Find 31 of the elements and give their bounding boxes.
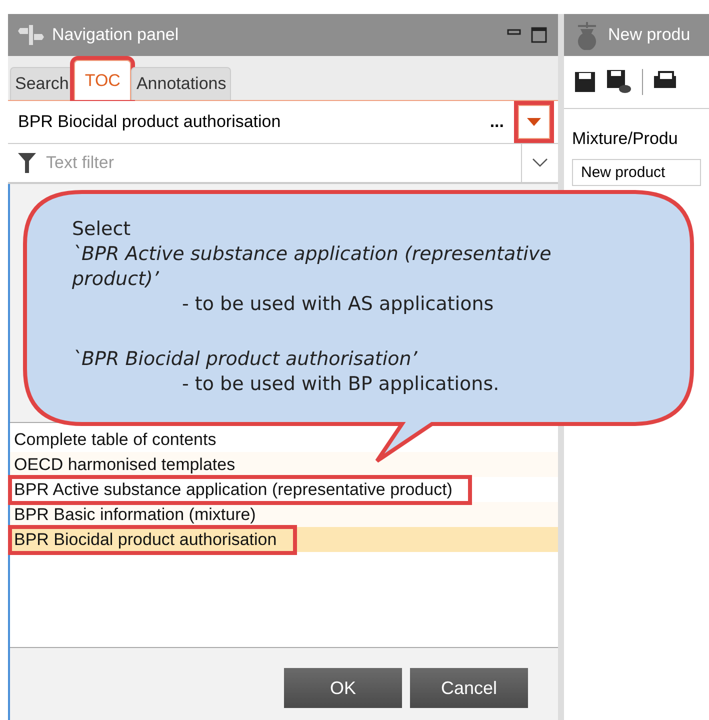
field-value: New product [581,164,666,181]
dialog-button[interactable]: Cancel [410,668,528,708]
callout-text: - to be used with BP applications. [181,372,500,397]
caret-icon [527,118,541,126]
funnel-icon [18,153,36,173]
callout-text: `BPR Biocidal product authorisation’ [72,347,418,372]
text-filter-field[interactable]: Text filter [44,148,521,178]
toc-list-item[interactable]: Complete table of contents [10,427,558,452]
toc-selector-value[interactable]: BPR Biocidal product authorisation [18,112,490,132]
save-comment-icon[interactable] [606,69,632,95]
panel-title: Navigation panel [52,25,179,45]
toc-item-label: Complete table of contents [13,428,218,450]
field-label: Mixture/Produ [572,129,679,149]
save-icon[interactable] [574,71,596,93]
maximize-icon[interactable] [530,26,548,44]
callout-text: Select [72,217,132,242]
toc-list-item[interactable]: BPR Active substance application (representative product) [10,477,558,502]
more-options[interactable]: ... [490,112,504,132]
tab[interactable]: Annotations [131,67,232,100]
toc-item-label: BPR Basic information (mixture) [13,504,257,526]
name-field[interactable]: New product [572,159,701,186]
toc-list-item[interactable]: OECD harmonised templates [10,452,558,477]
toc-list-item[interactable]: BPR Biocidal product authorisation [10,527,558,552]
panel-title: New produ [608,25,690,45]
toc-item-label: OECD harmonised templates [13,454,236,476]
callout-text: - to be used with AS applications [181,292,495,317]
signpost-icon [18,24,44,46]
chevron-icon [532,158,548,168]
callout-text: `BPR Active substance application (representative product)’ [72,242,552,292]
dropdown-button[interactable] [514,101,554,143]
dialog-button[interactable]: OK [284,668,402,708]
